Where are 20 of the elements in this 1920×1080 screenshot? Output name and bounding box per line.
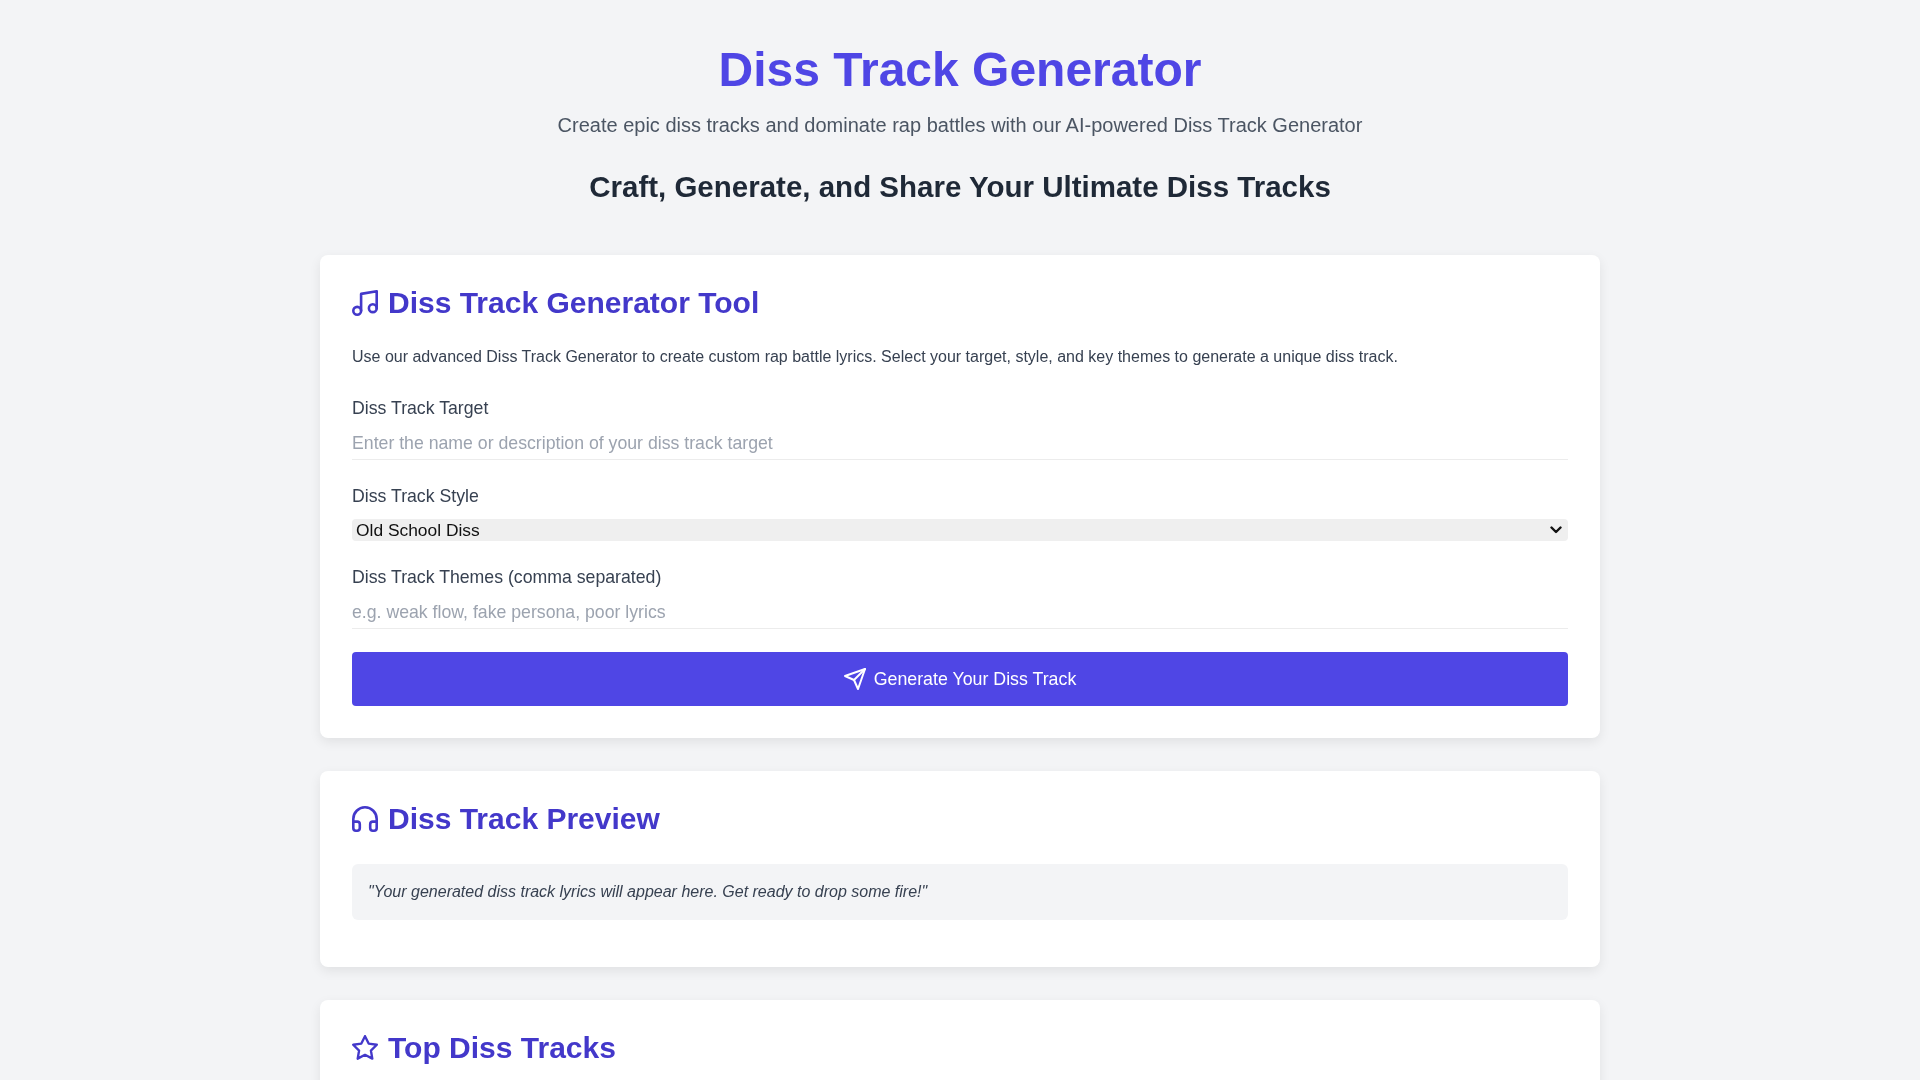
page-title: Diss Track Generator — [717, 42, 1203, 98]
card-title: Diss Track Preview — [388, 801, 660, 837]
generate-button[interactable]: Generate Your Diss Track — [352, 652, 1568, 706]
star-icon — [352, 1035, 378, 1061]
card-description: Use our advanced Diss Track Generator to create custom rap battle lyrics. Select your target, style, and key themes to generate a unique diss track. — [352, 347, 1399, 367]
field-label: Diss Track Themes (comma separated) — [352, 566, 663, 589]
card-title: Diss Track Generator Tool — [388, 285, 760, 321]
text-input-field[interactable]: Enter the name or description of your diss track target — [352, 422, 1568, 460]
field-label: Diss Track Target — [352, 397, 490, 420]
field-label: Diss Track Style — [352, 485, 480, 508]
style-dropdown[interactable]: Old School Diss — [352, 519, 1568, 541]
send-icon — [843, 668, 866, 690]
music-note-icon — [352, 290, 378, 316]
lyrics-preview: "Your generated diss track lyrics will appear here. Get ready to drop some fire!" — [352, 864, 1568, 920]
chevron-down-icon — [1550, 526, 1562, 534]
text-input-field[interactable]: e.g. weak flow, fake persona, poor lyrics — [352, 591, 1568, 629]
card-title: Top Diss Tracks — [388, 1030, 616, 1066]
page-tagline: Craft, Generate, and Share Your Ultimate Diss Tracks — [588, 169, 1332, 205]
headphones-icon — [352, 806, 378, 832]
page-subtitle: Create epic diss tracks and dominate rap battles with our AI-powered Diss Track Generator — [556, 113, 1364, 138]
